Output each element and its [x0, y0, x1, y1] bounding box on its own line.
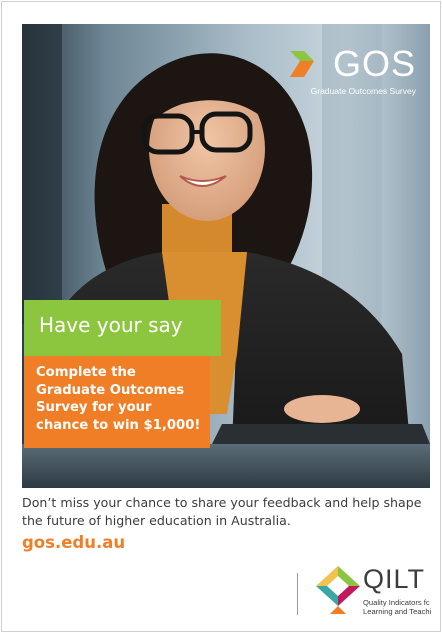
qilt-tagline-line: Quality Indicators fc [363, 598, 430, 607]
headline-banner: Have your say [24, 300, 221, 356]
promo-line: chance to win $1,000! [36, 417, 201, 433]
qilt-tagline-line: Learning and Teachi [363, 607, 432, 616]
qilt-diamond-icon [316, 566, 360, 614]
promo-line: Complete the [36, 365, 136, 380]
promo-line: Graduate Outcomes [36, 382, 185, 398]
qilt-wordmark: QILT [363, 566, 426, 594]
headline-text: Have your say [39, 313, 183, 337]
footer-divider [297, 573, 298, 615]
body-text: Don’t miss your chance to share your fee… [22, 495, 422, 528]
qilt-logo: QILT Quality Indicators fc Learning and … [316, 566, 442, 618]
promo-line: Survey for your [36, 400, 152, 415]
qilt-tagline: Quality Indicators fc Learning and Teach… [363, 598, 442, 616]
website-link[interactable]: gos.edu.au [22, 533, 125, 552]
promo-banner: Complete the Graduate Outcomes Survey fo… [24, 356, 210, 448]
